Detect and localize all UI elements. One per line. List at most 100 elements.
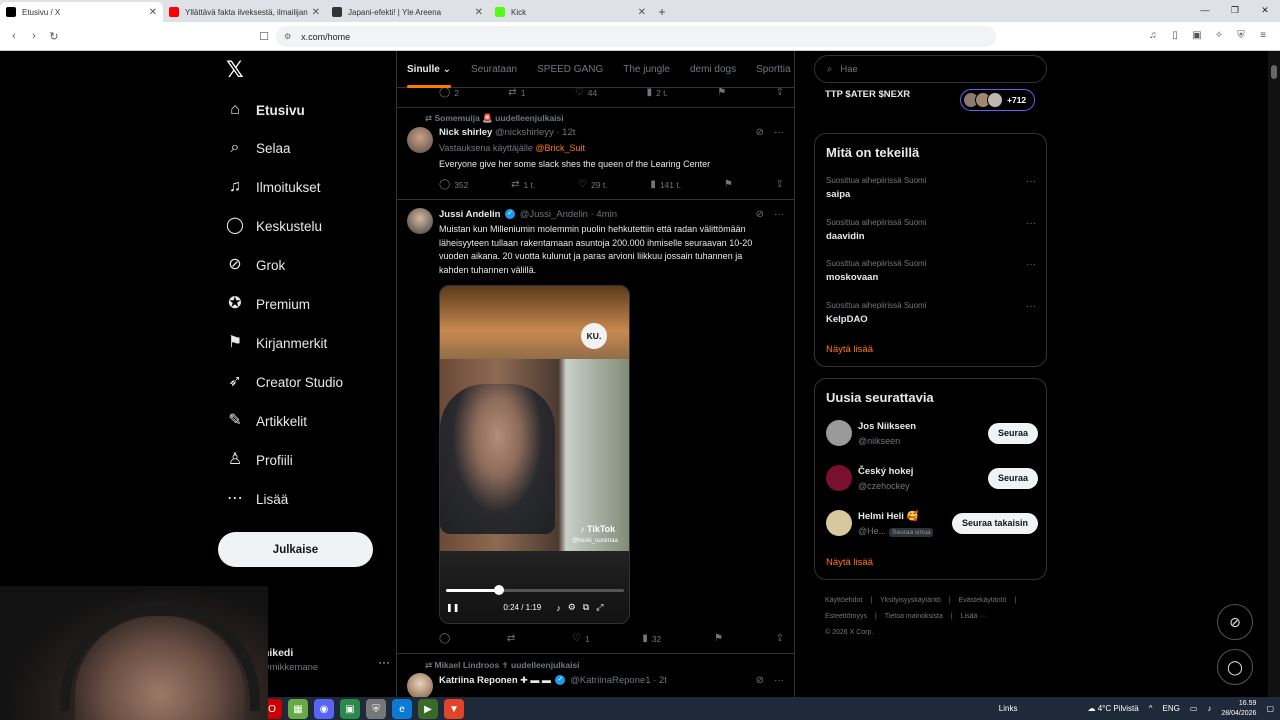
trend-item[interactable]: Suosittua aihepiirissä Suomi moskovaan ···	[826, 259, 1036, 283]
more-icon[interactable]: ···	[378, 655, 390, 669]
bookmark-button[interactable]: ⚑	[714, 633, 723, 644]
close-tab-icon[interactable]: ✕	[638, 7, 646, 18]
browser-tab-x[interactable]: Etusivu / X ✕	[0, 2, 163, 22]
repost-button[interactable]: ⇄ 1 t.	[511, 179, 535, 190]
footer-link[interactable]: Evästekäytäntö	[959, 597, 1007, 604]
footer-link[interactable]: Käyttöehdot	[825, 597, 862, 604]
nav-item-article[interactable]: ✎ Artikkelit	[224, 406, 307, 436]
tab-sporttia[interactable]: Sporttia	[746, 51, 794, 88]
follow-button[interactable]: Seuraa	[987, 468, 1038, 489]
reply-to-link[interactable]: @Brick_Suit	[535, 143, 585, 153]
like-button[interactable]: ♡ 44	[575, 87, 597, 98]
author-name[interactable]: Jussi Andelin	[439, 209, 500, 220]
tab-speed-gang[interactable]: SPEED GANG	[527, 51, 613, 88]
shield-icon[interactable]: ⛨	[366, 699, 386, 719]
avatar[interactable]	[826, 420, 852, 446]
views-button[interactable]: ▮ 32	[642, 633, 661, 644]
search-box[interactable]: ⌕	[814, 55, 1047, 83]
search-input[interactable]	[840, 63, 1031, 75]
nav-item-profile[interactable]: ♙ Profiili	[224, 445, 293, 475]
minimize-icon[interactable]: —	[1190, 0, 1220, 20]
follow-button[interactable]: Seuraa	[987, 423, 1038, 444]
address-bar[interactable]: ⚙ x.com/home	[276, 26, 996, 47]
tab-following[interactable]: Seurataan	[461, 51, 527, 88]
media-icon[interactable]: ▶	[418, 699, 438, 719]
grok-icon[interactable]: ⊘	[756, 209, 764, 220]
scrollbar-thumb[interactable]	[1271, 65, 1277, 79]
trend-item[interactable]: Suosittua aihepiirissä Suomi daavidin ···	[826, 218, 1036, 242]
back-icon[interactable]: ‹	[4, 30, 24, 42]
x-logo-icon[interactable]: 𝕏	[226, 59, 248, 81]
nav-item-more[interactable]: ⋯ Lisää	[224, 484, 288, 514]
views-button[interactable]: ▮ 141 t.	[650, 179, 681, 190]
bookmark-button[interactable]: ⚑	[717, 87, 726, 98]
avatar[interactable]	[407, 127, 433, 153]
language-indicator[interactable]: ENG	[1162, 704, 1179, 713]
nav-item-home[interactable]: ⌂ Etusivu	[224, 95, 305, 125]
follow-suggestion[interactable]: Jos Niikseen @niikseen Seuraa	[826, 419, 1038, 449]
avatar[interactable]	[826, 510, 852, 536]
avatar[interactable]	[407, 208, 433, 234]
grok-icon[interactable]: ⊘	[756, 675, 764, 686]
footer-link[interactable]: Esteettömyys	[825, 613, 867, 620]
follow-suggestion[interactable]: Český hokej @czehockey Seuraa	[826, 464, 1038, 494]
close-tab-icon[interactable]: ✕	[475, 7, 483, 18]
like-button[interactable]: ♡ 29 t.	[578, 179, 608, 190]
nav-item-search[interactable]: ⌕ Selaa	[224, 133, 291, 163]
sidebar-icon[interactable]: ▯	[1166, 26, 1184, 46]
share-button[interactable]: ⇪	[776, 633, 784, 644]
nav-item-bell[interactable]: ♫ Ilmoitukset	[224, 172, 321, 202]
close-tab-icon[interactable]: ✕	[312, 7, 320, 18]
tab-the-jungle[interactable]: The jungle	[613, 51, 680, 88]
more-icon[interactable]: ···	[774, 209, 784, 220]
notification-icon[interactable]: ▢	[1266, 704, 1274, 713]
trending-ticker[interactable]: TTP $ATER $NEXR	[825, 89, 910, 100]
more-icon[interactable]: ···	[1026, 259, 1036, 270]
tab-demi-dogs[interactable]: demi dogs	[680, 51, 746, 88]
browser-tab-kick[interactable]: Kick ✕	[489, 2, 652, 22]
browser-tab-yle[interactable]: Japani-efekti! | Yle Areena ✕	[326, 2, 489, 22]
clock[interactable]: 16.59 28/04/2026	[1221, 699, 1256, 719]
follow-suggestion[interactable]: Helmi Heli 🥰 @He... Seuraa sinua Seuraa tak…	[826, 509, 1038, 539]
pip-icon[interactable]: ⧉	[583, 602, 589, 613]
grok-icon[interactable]: ⊘	[756, 127, 764, 138]
footer-link[interactable]: Yksityisyyskäytäntö	[880, 597, 941, 604]
close-window-icon[interactable]: ✕	[1250, 0, 1280, 20]
weather[interactable]: ☁ 4°C Pilvistä	[1087, 704, 1138, 713]
site-info-icon[interactable]: ⚙	[284, 32, 291, 41]
show-more-link[interactable]: Näytä lisää	[826, 344, 873, 355]
close-tab-icon[interactable]: ✕	[149, 7, 157, 18]
pause-icon[interactable]: ❚❚	[446, 603, 459, 612]
account-switcher[interactable]: mikedi @mikkemane ···	[260, 647, 390, 683]
browser-tab-youtube[interactable]: Yllättävä fakta ilveksestä, ilmailijan r…	[163, 2, 326, 22]
repost-button[interactable]: ⇄ 1	[508, 87, 525, 98]
page-scrollbar[interactable]	[1268, 51, 1280, 697]
brave-icon[interactable]: ▼	[444, 699, 464, 719]
discord-icon[interactable]: ◉	[314, 699, 334, 719]
settings-icon[interactable]: ⚙	[568, 602, 576, 613]
nav-item-bookmark[interactable]: ⚑ Kirjanmerkit	[224, 328, 327, 358]
tab-for-you[interactable]: Sinulle ⌄	[397, 51, 461, 88]
fullscreen-icon[interactable]: ⤢	[596, 602, 603, 613]
video-scrubber[interactable]	[446, 585, 624, 595]
share-button[interactable]: ⇪	[776, 87, 784, 98]
avatar[interactable]	[407, 673, 433, 697]
footer-link[interactable]: Lisää ···	[961, 613, 987, 620]
forward-icon[interactable]: ›	[24, 30, 44, 42]
menu-icon[interactable]: ≡	[1254, 26, 1272, 46]
author-handle[interactable]: @KatriinaRepone1 · 2t	[570, 675, 667, 686]
leo-icon[interactable]: ✧	[1210, 26, 1228, 46]
author-name[interactable]: Nick shirley	[439, 127, 492, 138]
show-more-link[interactable]: Näytä lisää	[826, 557, 873, 568]
more-icon[interactable]: ···	[774, 675, 784, 686]
nav-item-rocket[interactable]: ➶ Creator Studio	[224, 367, 343, 397]
views-button[interactable]: ▮ 2 t.	[647, 87, 668, 98]
volume-icon[interactable]: ♪	[556, 603, 561, 613]
post-button[interactable]: Julkaise	[218, 532, 373, 567]
bookmark-page-icon[interactable]: ☐	[254, 30, 274, 43]
app-icon[interactable]: ▦	[288, 699, 308, 719]
reload-icon[interactable]: ↻	[44, 30, 64, 43]
nav-item-grok[interactable]: ⊘ Grok	[224, 250, 285, 280]
extension-icon[interactable]: ♫	[1144, 26, 1162, 46]
author-name[interactable]: Katriina Reponen	[439, 675, 518, 686]
